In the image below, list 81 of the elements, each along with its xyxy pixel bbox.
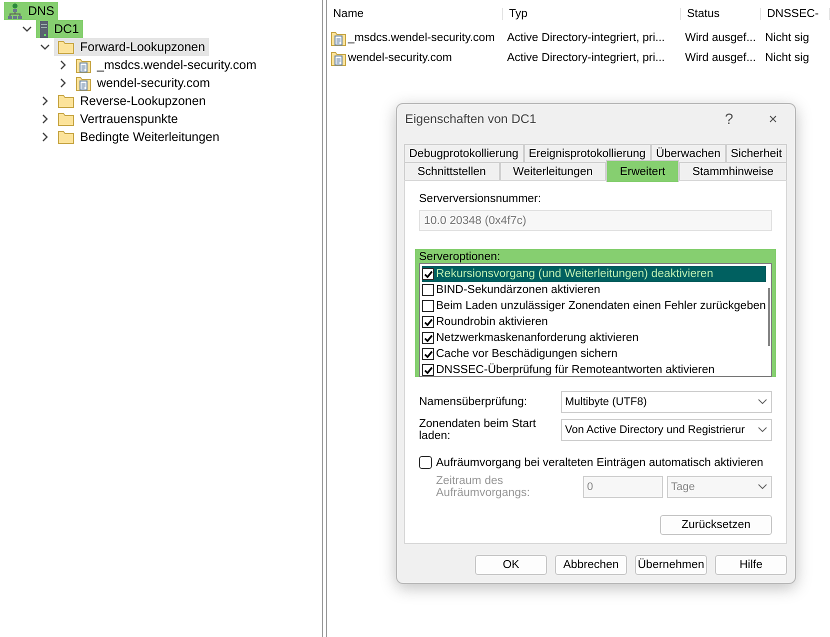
- option-item[interactable]: Beim Laden unzulässiger Zonendaten einen Fehler zurückgeben: [422, 298, 766, 314]
- folder-icon: [58, 94, 74, 108]
- tab[interactable]: Debugprotokollierung: [404, 144, 524, 162]
- network-icon: [8, 3, 22, 19]
- chevron-icon[interactable]: [40, 114, 50, 124]
- option-item[interactable]: DNSSEC-Überprüfung für Remoteantworten aktivieren: [422, 362, 766, 376]
- column-header[interactable]: DNSSEC-: [761, 8, 830, 20]
- tree-item[interactable]: Vertrauenspunkte: [54, 110, 182, 128]
- table-cell-text: Wird ausgef...: [684, 52, 757, 64]
- tab[interactable]: Schnittstellen: [404, 162, 500, 180]
- chevron-icon[interactable]: [40, 42, 50, 52]
- zone-file-icon: [331, 30, 346, 46]
- folder-icon: [58, 40, 74, 54]
- chevron-icon[interactable]: [58, 60, 68, 70]
- field-label: Zonendaten beim Start laden:: [419, 418, 537, 442]
- chevron-icon[interactable]: [22, 24, 32, 34]
- checkbox[interactable]: [422, 364, 434, 376]
- load-zone-select[interactable]: Von Active Directory und Registrierur: [561, 419, 772, 441]
- field-label: Serverversionsnummer:: [419, 193, 542, 205]
- zone-file-icon: [76, 58, 91, 72]
- checkbox[interactable]: [422, 284, 434, 296]
- option-item[interactable]: Roundrobin aktivieren: [422, 314, 766, 330]
- tree-item[interactable]: DC1: [36, 20, 84, 38]
- tree-item[interactable]: Forward-Lookupzonen: [54, 38, 210, 56]
- table-cell-text: Nicht sig: [764, 32, 810, 44]
- option-item[interactable]: BIND-Sekundärzonen aktivieren: [422, 282, 766, 298]
- table-cell: _msdcs.wendel-security.com: [348, 32, 495, 44]
- checkbox[interactable]: [422, 316, 434, 328]
- field-label: Zeitraum des Aufräumvorgangs:: [436, 475, 531, 499]
- zone-file-icon: [331, 50, 346, 66]
- tree-item[interactable]: Bedingte Weiterleitungen: [54, 128, 224, 146]
- chevron-icon[interactable]: [58, 78, 68, 88]
- caret-icon: [758, 399, 767, 405]
- column-header[interactable]: Status: [681, 8, 761, 20]
- tree-item[interactable]: Reverse-Lookupzonen: [54, 92, 210, 110]
- close-button[interactable]: ×: [751, 110, 795, 128]
- dialog-button[interactable]: Hilfe: [715, 555, 787, 575]
- tree-item[interactable]: _msdcs.wendel-security.com: [72, 56, 261, 74]
- table-cell-text: Wird ausgef...: [684, 32, 757, 44]
- tab[interactable]: Ereignisprotokollierung: [524, 144, 651, 162]
- server-icon: [40, 20, 48, 38]
- dialog-button[interactable]: Übernehmen: [635, 555, 707, 575]
- checkbox[interactable]: [422, 268, 434, 280]
- chevron-icon[interactable]: [40, 96, 50, 106]
- field-label: Namensüberprüfung:: [419, 396, 528, 408]
- caret-icon: [758, 484, 767, 490]
- table-cell: wendel-security.com: [348, 52, 452, 64]
- checkbox[interactable]: [419, 456, 432, 469]
- column-header[interactable]: Typ: [503, 8, 681, 20]
- scrollbar-thumb[interactable]: [768, 288, 770, 346]
- field-label: Serveroptionen:: [419, 251, 500, 263]
- option-item[interactable]: Cache vor Beschädigungen sichern: [422, 346, 766, 362]
- dialog-title: Eigenschaften von DC1: [405, 112, 538, 126]
- zone-file-icon: [76, 76, 91, 90]
- help-button[interactable]: ?: [707, 110, 751, 128]
- reset-button[interactable]: Zurücksetzen: [660, 515, 772, 535]
- option-item[interactable]: Rekursionsvorgang (und Weiterleitungen) deaktivieren: [422, 266, 766, 282]
- dialog-button[interactable]: Abbrechen: [555, 555, 627, 575]
- folder-icon: [58, 112, 74, 126]
- folder-icon: [58, 130, 74, 144]
- checkbox[interactable]: [422, 332, 434, 344]
- table-cell-text: Nicht sig: [764, 52, 810, 64]
- dialog-button[interactable]: OK: [475, 555, 547, 575]
- version-field: 10.0 20348 (0x4f7c): [419, 210, 772, 231]
- name-check-select[interactable]: Multibyte (UTF8): [561, 391, 772, 413]
- option-item[interactable]: Netzwerkmaskenanforderung aktivieren: [422, 330, 766, 346]
- chevron-icon[interactable]: [40, 132, 50, 142]
- table-cell-text: Active Directory-integriert, pri...: [506, 32, 666, 44]
- tree-item[interactable]: wendel-security.com: [72, 74, 214, 92]
- tab[interactable]: Stammhinweise: [678, 162, 788, 180]
- table-cell-text: Active Directory-integriert, pri...: [506, 52, 666, 64]
- checkbox-label: Aufräumvorgang bei veralteten Einträgen automatisch aktivieren: [436, 456, 764, 468]
- caret-icon: [758, 427, 767, 433]
- tab[interactable]: Weiterleitungen: [500, 162, 606, 180]
- checkbox[interactable]: [422, 300, 434, 312]
- column-header[interactable]: Name: [327, 8, 503, 20]
- tab[interactable]: Erweitert: [606, 160, 679, 182]
- tree-item[interactable]: DNS: [4, 2, 58, 20]
- tab[interactable]: Überwachen: [650, 144, 726, 162]
- checkbox[interactable]: [422, 348, 434, 360]
- tab[interactable]: Sicherheit: [726, 144, 788, 162]
